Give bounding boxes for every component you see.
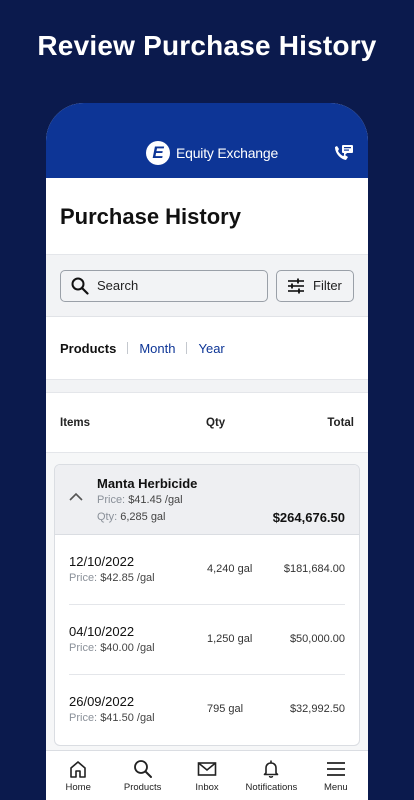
column-headers: Items Qty Total bbox=[46, 393, 368, 453]
nav-products[interactable]: Products bbox=[110, 751, 174, 800]
logo-text: Equity Exchange bbox=[176, 145, 279, 161]
tab-products[interactable]: Products bbox=[60, 341, 116, 356]
nav-notifications[interactable]: Notifications bbox=[239, 751, 303, 800]
purchase-price: Price: $41.50 /gal bbox=[69, 712, 155, 724]
purchase-total: $50,000.00 bbox=[289, 633, 345, 645]
menu-icon bbox=[326, 762, 345, 776]
purchase-price: Price: $40.00 /gal bbox=[69, 642, 155, 654]
phone-screen: E Equity Exchange Purchase History Searc… bbox=[46, 103, 368, 800]
bell-icon bbox=[264, 760, 279, 778]
search-icon bbox=[71, 277, 89, 295]
product-card: Manta Herbicide Price: $41.45 /gal Qty: … bbox=[54, 464, 360, 746]
price-value: $41.45 /gal bbox=[128, 494, 183, 506]
bottom-navigation: Home Products Inbox Notifications Menu bbox=[46, 750, 368, 800]
section-spacer bbox=[46, 380, 368, 393]
purchase-qty: 1,250 gal bbox=[207, 633, 253, 645]
price-label: Price: bbox=[69, 642, 98, 654]
purchase-price: Price: $42.85 /gal bbox=[69, 572, 155, 584]
app-header: E Equity Exchange bbox=[46, 103, 368, 178]
nav-home[interactable]: Home bbox=[46, 751, 110, 800]
price-value: $40.00 /gal bbox=[100, 642, 155, 654]
purchase-date: 26/09/2022 bbox=[69, 694, 135, 709]
purchase-date: 04/10/2022 bbox=[69, 624, 135, 639]
product-price: Price: $41.45 /gal bbox=[97, 494, 183, 506]
tab-year[interactable]: Year bbox=[198, 341, 224, 356]
nav-label: Inbox bbox=[195, 782, 219, 793]
filter-label: Filter bbox=[313, 278, 342, 293]
qty-label: Qty: bbox=[97, 511, 118, 523]
column-total: Total bbox=[327, 416, 354, 429]
purchase-total: $32,992.50 bbox=[289, 703, 345, 715]
sliders-icon bbox=[288, 278, 304, 293]
search-input[interactable]: Search bbox=[60, 269, 268, 302]
filter-button[interactable]: Filter bbox=[276, 269, 354, 302]
purchase-qty: 4,240 gal bbox=[207, 563, 253, 575]
app-logo[interactable]: E Equity Exchange bbox=[146, 141, 278, 165]
banner-title: Review Purchase History bbox=[37, 30, 377, 61]
nav-label: Home bbox=[65, 782, 91, 793]
home-icon bbox=[70, 761, 87, 778]
price-label: Price: bbox=[69, 712, 98, 724]
nav-menu[interactable]: Menu bbox=[304, 751, 368, 800]
search-icon bbox=[133, 760, 152, 778]
logo-mark-icon: E bbox=[146, 141, 170, 165]
mail-icon bbox=[197, 762, 217, 776]
purchase-list: Manta Herbicide Price: $41.45 /gal Qty: … bbox=[46, 453, 368, 763]
tab-divider bbox=[127, 342, 129, 354]
purchase-total: $181,684.00 bbox=[283, 563, 345, 575]
product-total: $264,676.50 bbox=[272, 510, 345, 525]
price-label: Price: bbox=[97, 494, 126, 506]
tab-month[interactable]: Month bbox=[139, 341, 175, 356]
contact-support-icon[interactable] bbox=[332, 144, 354, 164]
price-value: $42.85 /gal bbox=[100, 572, 155, 584]
nav-inbox[interactable]: Inbox bbox=[175, 751, 239, 800]
chevron-up-icon[interactable] bbox=[69, 492, 83, 501]
search-placeholder: Search bbox=[97, 278, 139, 293]
column-items: Items bbox=[60, 416, 91, 429]
price-value: $41.50 /gal bbox=[100, 712, 155, 724]
search-filter-bar: Search Filter bbox=[46, 255, 368, 317]
purchase-date: 12/10/2022 bbox=[69, 554, 135, 569]
purchase-row: 26/09/2022 Price: $41.50 /gal 795 gal $3… bbox=[69, 675, 345, 745]
product-name: Manta Herbicide bbox=[97, 476, 198, 491]
tab-divider bbox=[186, 342, 188, 354]
nav-label: Menu bbox=[323, 782, 348, 793]
page-title: Purchase History bbox=[46, 178, 368, 255]
purchase-row: 12/10/2022 Price: $42.85 /gal 4,240 gal … bbox=[69, 535, 345, 605]
nav-label: Notifications bbox=[245, 782, 298, 793]
price-label: Price: bbox=[69, 572, 98, 584]
product-summary[interactable]: Manta Herbicide Price: $41.45 /gal Qty: … bbox=[55, 465, 359, 535]
purchase-row: 04/10/2022 Price: $40.00 /gal 1,250 gal … bbox=[69, 605, 345, 675]
view-tabs: Products Month Year bbox=[46, 317, 368, 380]
nav-label: Products bbox=[123, 782, 162, 793]
purchase-qty: 795 gal bbox=[207, 703, 244, 715]
product-qty: Qty: 6,285 gal bbox=[97, 511, 166, 523]
qty-value: 6,285 gal bbox=[120, 511, 166, 523]
column-qty: Qty bbox=[206, 416, 226, 429]
